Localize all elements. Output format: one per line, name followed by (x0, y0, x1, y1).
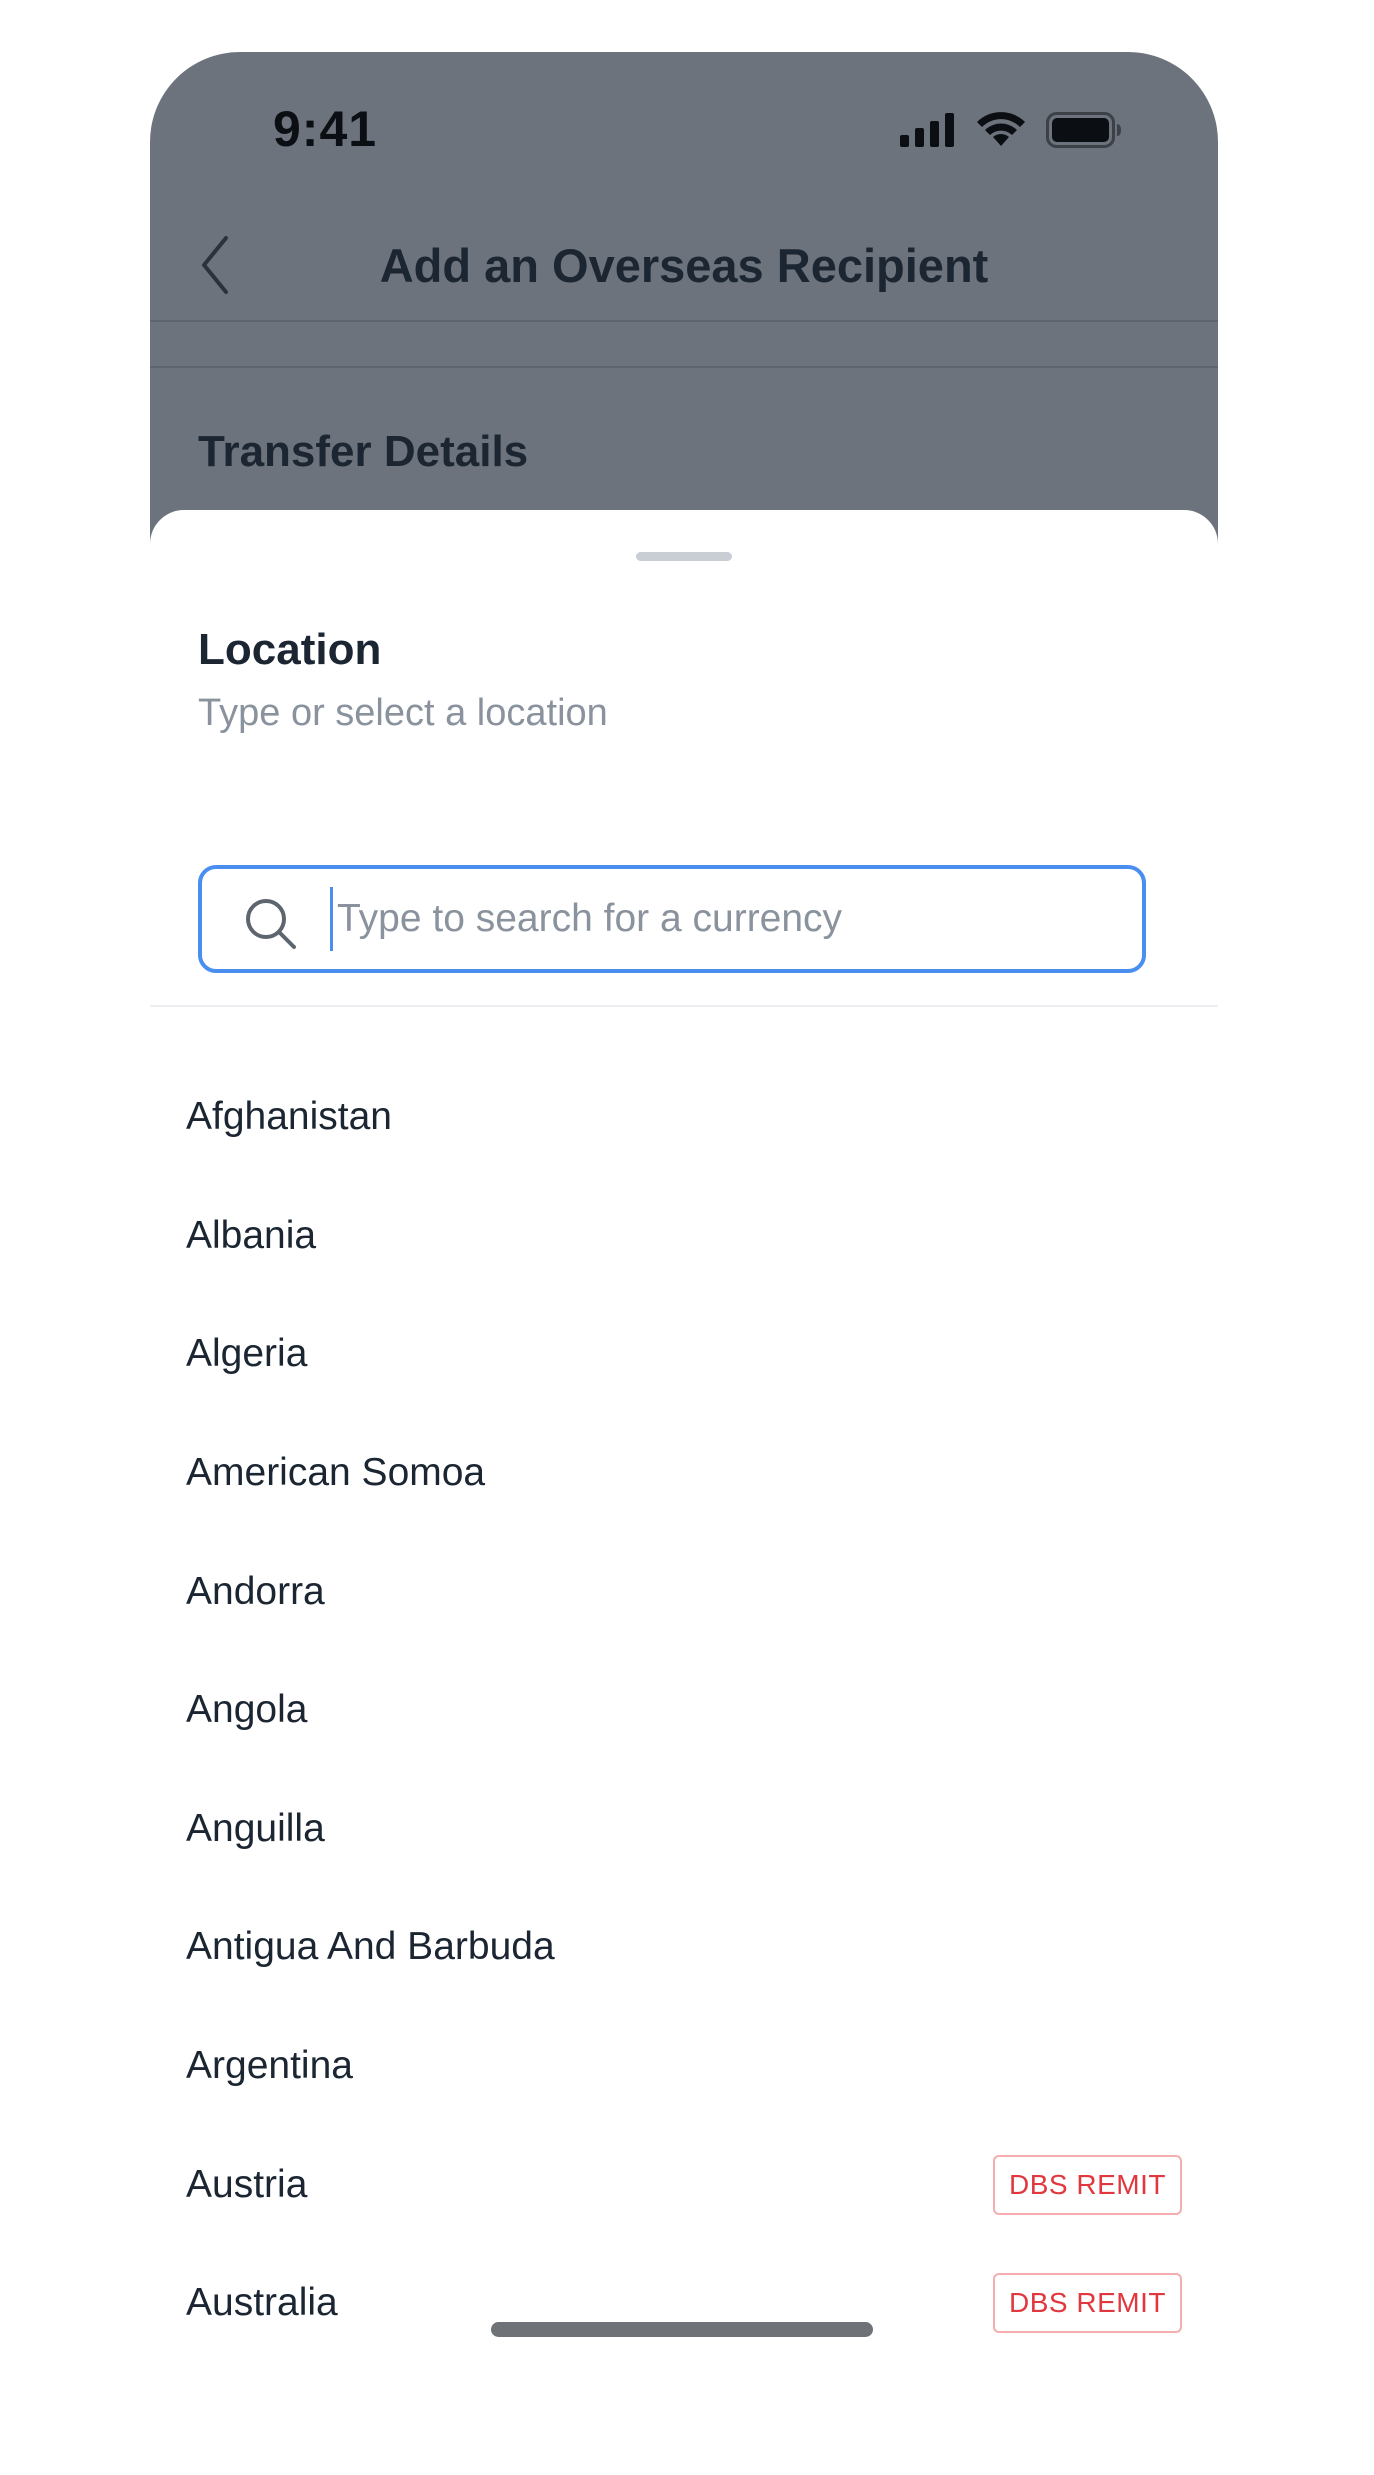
country-list-item[interactable]: Austria DBS REMIT (150, 2125, 1218, 2244)
country-name: Albania (186, 1213, 317, 1257)
country-list-item[interactable]: Argentina (150, 2007, 1218, 2126)
country-name: Angola (186, 1688, 308, 1732)
page-title: Add an Overseas Recipient (379, 239, 989, 292)
divider (150, 1005, 1218, 1007)
navigation-bar: Add an Overseas Recipient (150, 208, 1218, 322)
country-name: Antigua And Barbuda (186, 1925, 555, 1969)
search-input[interactable] (330, 887, 1117, 951)
country-name: American Somoa (186, 1451, 486, 1495)
country-list-item[interactable]: American Somoa (150, 1414, 1218, 1533)
country-name: Australia (186, 2281, 338, 2325)
sheet-title: Location (198, 625, 382, 674)
status-bar: 9:41 (150, 52, 1218, 208)
search-icon (246, 899, 296, 949)
country-list-item[interactable]: Antigua And Barbuda (150, 1888, 1218, 2007)
wifi-icon (977, 112, 1025, 146)
country-name: Argentina (186, 2044, 353, 2088)
country-list: Afghanistan Albania Algeria American Somoa A… (150, 1058, 1218, 2363)
dbs-remit-badge: DBS REMIT (993, 2154, 1182, 2215)
sheet-subtitle: Type or select a location (198, 692, 608, 734)
country-list-item[interactable]: Australia DBS REMIT (150, 2244, 1218, 2363)
country-name: Austria (186, 2162, 308, 2206)
phone-screen: 9:41 Add an Overseas Recipient Transfer … (150, 52, 1218, 2475)
country-list-item[interactable]: Anguilla (150, 1770, 1218, 1889)
country-name: Andorra (186, 1569, 325, 1613)
country-list-item[interactable]: Afghanistan (150, 1058, 1218, 1177)
status-time: 9:41 (273, 101, 378, 157)
signal-icon (900, 113, 954, 147)
country-list-item[interactable]: Albania (150, 1177, 1218, 1296)
home-indicator (491, 2322, 873, 2337)
country-list-item[interactable]: Andorra (150, 1532, 1218, 1651)
battery-icon (1046, 112, 1121, 148)
status-icons (900, 112, 1122, 148)
location-bottom-sheet: Location Type or select a location Afgha… (150, 510, 1218, 2475)
country-list-item[interactable]: Angola (150, 1651, 1218, 1770)
country-name: Anguilla (186, 1806, 325, 1850)
section-title: Transfer Details (198, 427, 529, 476)
divider (150, 366, 1218, 368)
dbs-remit-badge: DBS REMIT (993, 2273, 1182, 2334)
country-name: Algeria (186, 1332, 308, 1376)
country-name: Afghanistan (186, 1095, 392, 1139)
search-field[interactable] (198, 865, 1146, 973)
sheet-grabber[interactable] (636, 552, 732, 561)
country-list-item[interactable]: Algeria (150, 1295, 1218, 1414)
